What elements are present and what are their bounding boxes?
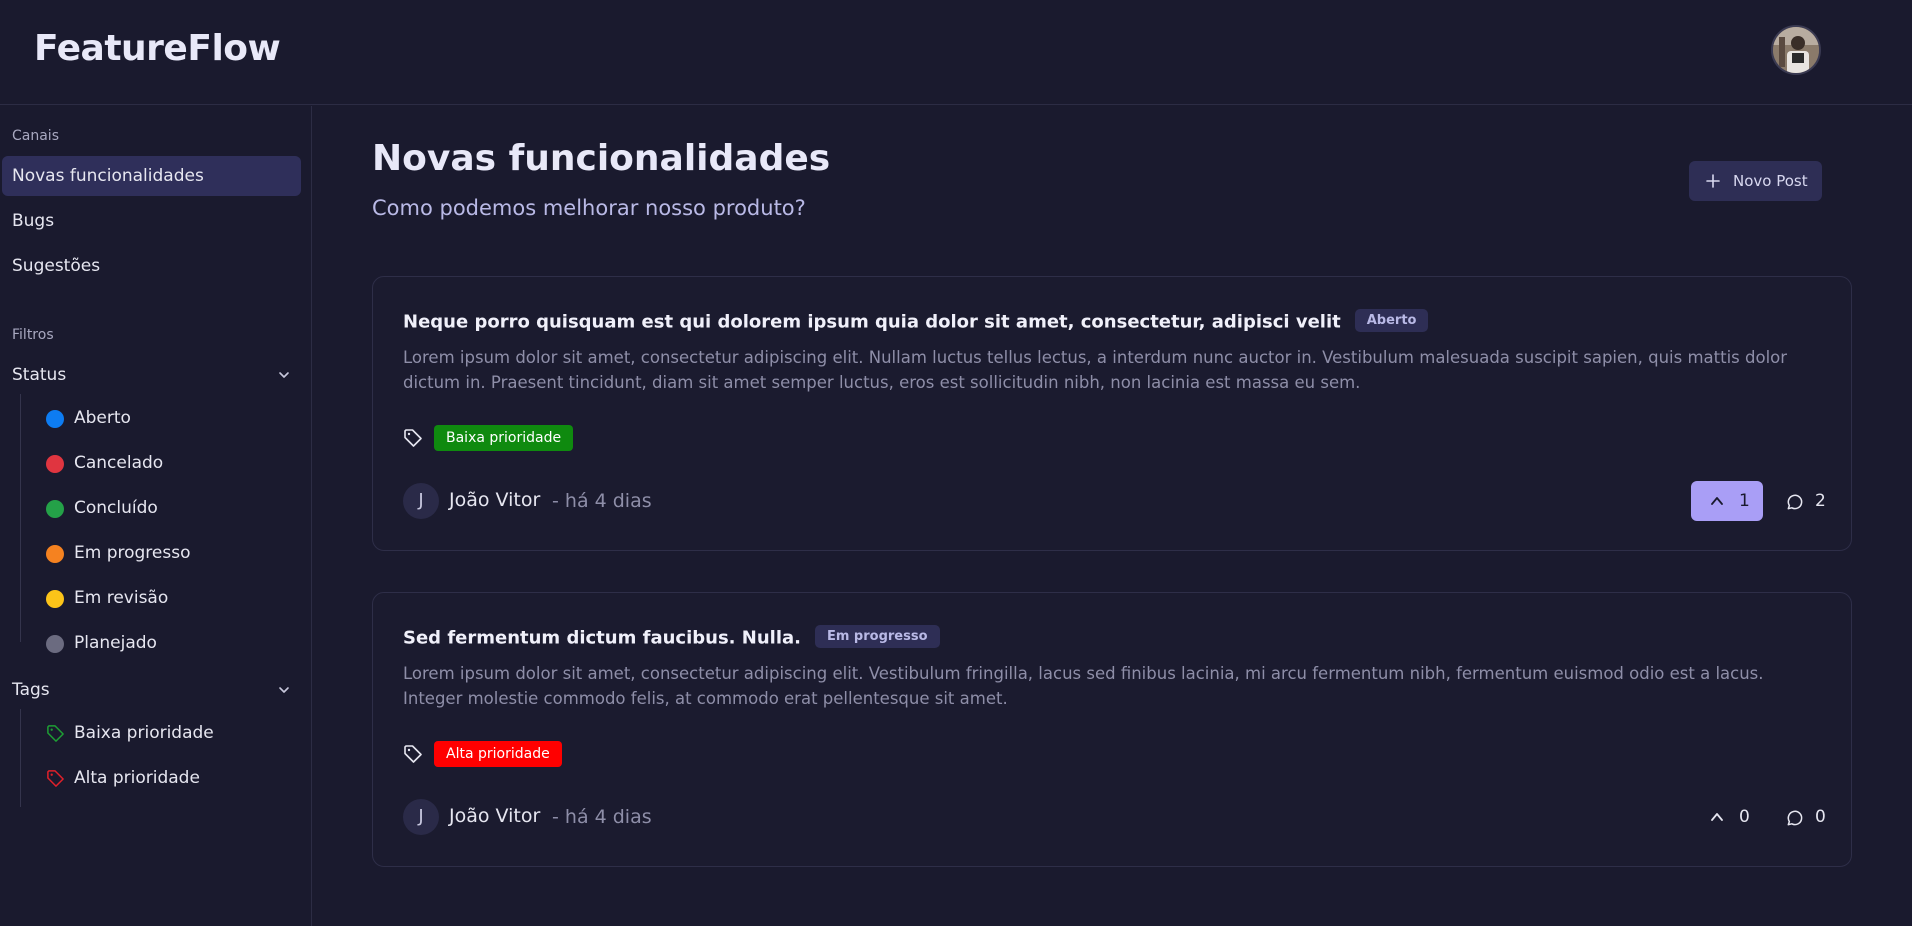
top-header: FeatureFlow [0,0,1912,105]
post-title[interactable]: Sed fermentum dictum faucibus. Nulla. Em … [403,625,940,650]
comment-icon [1787,494,1803,510]
user-avatar[interactable] [1771,25,1821,75]
post-description: Lorem ipsum dolor sit amet, consectetur … [403,664,1764,708]
tag-pill: Alta prioridade [434,741,562,767]
status-filter-label: Em revisão [74,588,169,608]
status-dot-icon [46,635,64,653]
status-dot-icon [46,500,64,518]
new-post-button[interactable]: Novo Post [1689,161,1822,201]
tags-filter-label: Tags [12,680,50,700]
status-filter-aberto[interactable]: Aberto [46,403,286,433]
chevron-up-icon [1711,497,1723,505]
status-filter-toggle[interactable]: Status [12,360,292,390]
upvote-button[interactable]: 1 [1691,481,1763,521]
tag-filter-label: Baixa prioridade [74,723,214,743]
post-time: - há 4 dias [552,806,652,828]
tags-filter-toggle[interactable]: Tags [12,675,292,705]
author-name: João Vitor [449,805,541,827]
post-title-text: Sed fermentum dictum faucibus. Nulla. [403,627,801,649]
status-dot-icon [46,590,64,608]
vote-count: 0 [1739,807,1750,827]
post-title-text: Neque porro quisquam est qui dolorem ips… [403,311,1341,333]
status-filter-em-progresso[interactable]: Em progresso [46,538,286,568]
tags-tree-line [20,709,21,807]
filters-section-label: Filtros [12,327,54,343]
channel-sugestoes[interactable]: Sugestões [2,246,301,286]
comment-count: 2 [1815,491,1826,511]
tag-filter-alta-prioridade[interactable]: Alta prioridade [46,763,286,793]
tag-icon [47,725,64,742]
page-subtitle: Como podemos melhorar nosso produto? [372,196,806,220]
comment-icon [1787,810,1803,826]
sidebar: Canais Novas funcionalidades Bugs Sugest… [0,106,312,926]
new-post-label: Novo Post [1733,172,1808,190]
author-avatar: J [403,799,439,835]
status-filter-label: Em progresso [74,543,191,563]
app-logo[interactable]: FeatureFlow [34,28,281,69]
tag-filter-baixa-prioridade[interactable]: Baixa prioridade [46,718,286,748]
status-filter-label: Aberto [74,408,131,428]
post-time: - há 4 dias [552,490,652,512]
author-name: João Vitor [449,489,541,511]
status-filter-label: Planejado [74,633,157,653]
tag-icon [47,770,64,787]
plus-icon [1706,174,1720,188]
chevron-down-icon [279,372,289,378]
post-card[interactable]: Neque porro quisquam est qui dolorem ips… [372,276,1852,551]
status-dot-icon [46,545,64,563]
vote-count: 1 [1739,491,1750,511]
tag-pill: Baixa prioridade [434,425,574,451]
tag-icon [404,429,422,447]
comment-count: 0 [1815,807,1826,827]
tag-filter-label: Alta prioridade [74,768,200,788]
post-description: Lorem ipsum dolor sit amet, consectetur … [403,348,1788,392]
upvote-button[interactable]: 0 [1691,797,1763,837]
tag-icon [404,745,422,763]
channel-novas-funcionalidades[interactable]: Novas funcionalidades [2,156,301,196]
status-filter-concluido[interactable]: Concluído [46,493,286,523]
status-tree-line [20,394,21,642]
status-filter-label: Concluído [74,498,158,518]
status-filter-label: Cancelado [74,453,164,473]
author-avatar: J [403,483,439,519]
status-filter-planejado[interactable]: Planejado [46,628,286,658]
status-dot-icon [46,410,64,428]
status-filter-cancelado[interactable]: Cancelado [46,448,286,478]
status-badge: Aberto [1354,309,1429,332]
chevron-up-icon [1711,813,1723,821]
channels-section-label: Canais [12,128,59,144]
status-badge: Em progresso [814,625,940,648]
post-card[interactable]: Sed fermentum dictum faucibus. Nulla. Em … [372,592,1852,867]
status-dot-icon [46,455,64,473]
page-title: Novas funcionalidades [372,138,831,179]
status-filter-em-revisao[interactable]: Em revisão [46,583,286,613]
chevron-down-icon [279,687,289,693]
status-filter-label: Status [12,365,67,385]
post-title[interactable]: Neque porro quisquam est qui dolorem ips… [403,309,1429,334]
channel-bugs[interactable]: Bugs [2,201,301,241]
main-content: Novas funcionalidades Como podemos melho… [313,106,1912,926]
